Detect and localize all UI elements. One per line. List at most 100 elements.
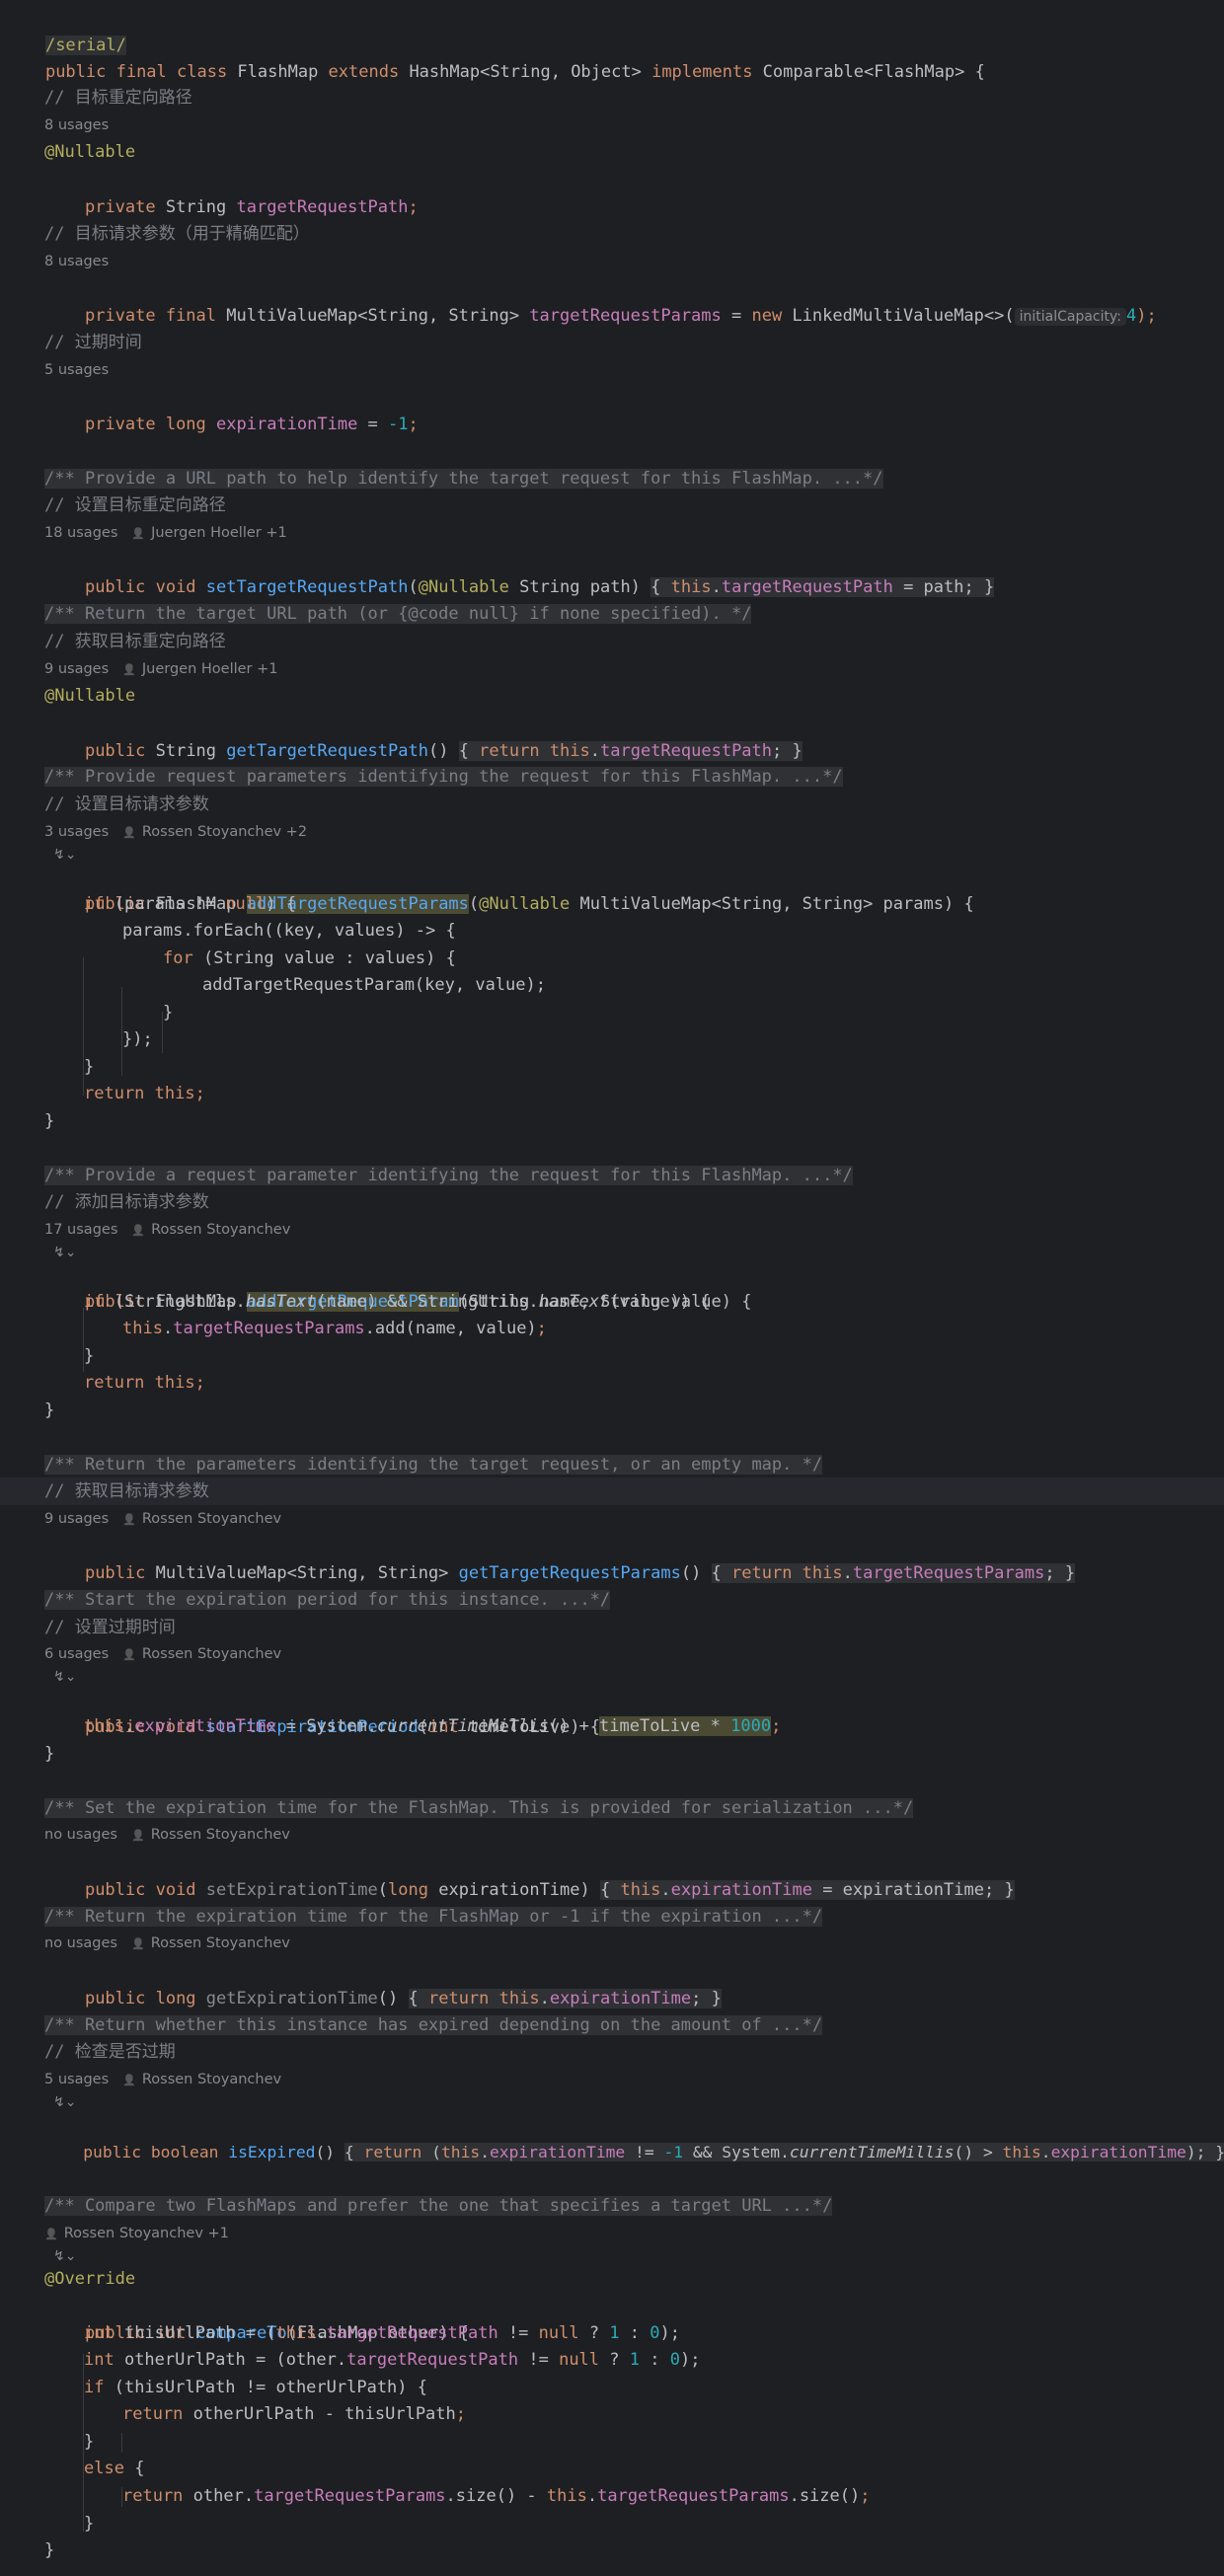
code-line[interactable]: return this; <box>0 1369 1224 1397</box>
field-name[interactable]: targetRequestPath <box>237 197 409 217</box>
comment-line: // 目标重定向路径 <box>44 88 192 108</box>
keyword: public boolean <box>83 2143 229 2161</box>
usages-hint[interactable]: no usagesRossen Stoyanchev <box>0 1821 1224 1849</box>
doc-comment-fold[interactable]: /** Return whether this instance has exp… <box>0 2011 1224 2039</box>
code-line[interactable]: else { <box>0 2455 1224 2482</box>
method-name[interactable]: getTargetRequestPath <box>226 741 428 761</box>
usages-hint[interactable]: no usagesRossen Stoyanchev <box>0 1930 1224 1957</box>
folded-body[interactable]: { this.targetRequestPath = path; } <box>650 577 995 597</box>
author-hint[interactable]: Rossen Stoyanchev <box>117 1827 290 1843</box>
type-name: MultiValueMap<String, String> <box>226 306 530 326</box>
folded-body[interactable]: { return this.targetRequestParams; } <box>711 1563 1076 1583</box>
comment-line: // 设置过期时间 <box>44 1618 176 1637</box>
usages-hint[interactable]: 18 usagesJuergen Hoeller +1 <box>0 519 1224 547</box>
doc-comment-fold[interactable]: /** Return the parameters identifying th… <box>0 1451 1224 1478</box>
code-line[interactable]: } <box>0 2510 1224 2538</box>
code-line[interactable]: if (StringUtils.hasText(name) && StringU… <box>0 1288 1224 1316</box>
keyword: public void <box>84 577 206 597</box>
method-name[interactable]: getExpirationTime <box>206 1989 378 2008</box>
folded-body[interactable]: { return this.targetRequestPath; } <box>458 741 803 761</box>
field-name[interactable]: targetRequestParams <box>529 306 721 326</box>
code-line[interactable]: return this; <box>0 1080 1224 1107</box>
method-declaration-line[interactable]: public void startExpirationPeriod(int ti… <box>0 1686 1224 1737</box>
author-hint[interactable]: Rossen Stoyanchev +1 <box>31 2226 229 2241</box>
method-name[interactable]: setExpirationTime <box>206 1880 378 1900</box>
code-line[interactable]: int thisUrlPath = (this.targetRequestPat… <box>0 2319 1224 2347</box>
author-hint[interactable]: Rossen Stoyanchev <box>117 1222 290 1238</box>
method-declaration-line[interactable]: public FlashMap addTargetRequestParam(St… <box>0 1260 1224 1312</box>
code-line[interactable]: if (params != null) { <box>0 890 1224 918</box>
author-hint[interactable]: Rossen Stoyanchev <box>109 1511 281 1527</box>
doc-comment-fold[interactable]: /** Provide a URL path to help identify … <box>0 465 1224 492</box>
comment-line: // 获取目标重定向路径 <box>44 632 226 651</box>
code-line[interactable]: int otherUrlPath = (other.targetRequestP… <box>0 2346 1224 2374</box>
code-line[interactable]: } <box>0 1342 1224 1370</box>
doc-comment-fold[interactable]: /** Start the expiration period for this… <box>0 1586 1224 1614</box>
comment-line: // 目标请求参数（用于精确匹配） <box>44 224 310 244</box>
class-declaration-line[interactable]: public final class FlashMap extends Hash… <box>0 31 1224 82</box>
method-name[interactable]: setTargetRequestPath <box>206 577 409 597</box>
usages-hint[interactable]: 8 usages <box>0 248 1224 275</box>
method-declaration-line[interactable]: public void setTargetRequestPath(@Nullab… <box>0 546 1224 597</box>
field-name[interactable]: expirationTime <box>216 415 357 434</box>
folded-body[interactable]: { return (this.expirationTime != -1 && S… <box>344 2143 1224 2161</box>
code-line[interactable]: } <box>0 1397 1224 1424</box>
code-line[interactable]: return otherUrlPath - thisUrlPath; <box>0 2400 1224 2428</box>
keyword: private <box>84 197 166 217</box>
field-declaration-line[interactable]: private final MultiValueMap<String, Stri… <box>0 274 1224 326</box>
author-hint[interactable]: Juergen Hoeller +1 <box>109 661 277 677</box>
code-line[interactable]: } <box>0 1053 1224 1081</box>
method-declaration-line[interactable]: public void setExpirationTime(long expir… <box>0 1849 1224 1900</box>
code-line[interactable]: /serial/ <box>0 4 1224 55</box>
keyword: public void <box>84 1880 206 1900</box>
code-line[interactable]: for (String value : values) { <box>0 945 1224 972</box>
code-line[interactable]: addTargetRequestParam(key, value); <box>0 971 1224 999</box>
code-line[interactable]: } <box>0 1107 1224 1135</box>
code-line[interactable]: params.forEach((key, values) -> { <box>0 917 1224 945</box>
method-declaration-line[interactable]: public FlashMap addTargetRequestParams(@… <box>0 863 1224 914</box>
code-line[interactable]: } <box>0 2428 1224 2456</box>
author-hint[interactable]: Rossen Stoyanchev <box>109 2072 281 2087</box>
usages-hint[interactable]: 9 usagesRossen Stoyanchev <box>0 1505 1224 1533</box>
method-declaration-line[interactable]: public MultiValueMap<String, String> get… <box>0 1532 1224 1583</box>
comment-line: // 设置目标请求参数 <box>44 795 209 814</box>
code-line[interactable]: if (thisUrlPath != otherUrlPath) { <box>0 2374 1224 2401</box>
folded-body[interactable]: { this.expirationTime = expirationTime; … <box>599 1880 1015 1900</box>
doc-comment-fold[interactable]: /** Provide a request parameter identify… <box>0 1162 1224 1189</box>
parameter-hint: initialCapacity: <box>1014 308 1126 326</box>
code-line[interactable]: }); <box>0 1025 1224 1053</box>
author-hint[interactable]: Rossen Stoyanchev <box>109 1646 281 1662</box>
author-hint[interactable]: Juergen Hoeller +1 <box>117 525 286 541</box>
method-declaration-line[interactable]: public int compareTo(FlashMap other) { <box>0 2292 1224 2343</box>
code-line[interactable]: this.expirationTime = System.currentTime… <box>0 1712 1224 1740</box>
author-hint[interactable]: Rossen Stoyanchev <box>117 1935 290 1951</box>
comment-line: // 过期时间 <box>44 333 142 352</box>
field-declaration-line[interactable]: private long expirationTime = -1; <box>0 383 1224 434</box>
usages-hint[interactable]: 9 usagesJuergen Hoeller +1 <box>0 655 1224 683</box>
method-name[interactable]: getTargetRequestParams <box>459 1563 681 1583</box>
code-line[interactable]: this.targetRequestParams.add(name, value… <box>0 1315 1224 1342</box>
code-line[interactable]: return other.targetRequestParams.size() … <box>0 2482 1224 2510</box>
type-name: String <box>165 197 237 217</box>
doc-comment-fold[interactable]: /** Set the expiration time for the Flas… <box>0 1794 1224 1822</box>
code-editor[interactable]: /serial/ public final class FlashMap ext… <box>0 0 1224 2576</box>
method-declaration-line[interactable]: public long getExpirationTime() { return… <box>0 1957 1224 2008</box>
doc-comment-fold[interactable]: /** Return the expiration time for the F… <box>0 1903 1224 1931</box>
annotation-line: @Nullable <box>44 686 136 706</box>
doc-comment-fold[interactable]: /** Compare two FlashMaps and prefer the… <box>0 2192 1224 2220</box>
method-declaration-line[interactable]: public String getTargetRequestPath() { r… <box>0 710 1224 761</box>
method-declaration-line[interactable]: public boolean isExpired() { return (thi… <box>0 2111 1224 2161</box>
doc-comment-fold[interactable]: /** Return the target URL path (or {@cod… <box>0 600 1224 628</box>
annotation-line: @Override <box>44 2269 136 2289</box>
code-line[interactable]: } <box>0 999 1224 1026</box>
usages-hint[interactable]: 8 usages <box>0 112 1224 139</box>
comment-line: // 设置目标重定向路径 <box>44 495 226 515</box>
folded-body[interactable]: { return this.expirationTime; } <box>408 1989 722 2008</box>
author-hint[interactable]: Rossen Stoyanchev +2 <box>109 824 307 840</box>
code-line[interactable]: } <box>0 1740 1224 1768</box>
usages-hint[interactable]: 5 usages <box>0 356 1224 384</box>
doc-comment-fold[interactable]: /** Provide request parameters identifyi… <box>0 763 1224 791</box>
method-name[interactable]: isExpired <box>228 2143 315 2161</box>
code-line[interactable]: } <box>0 2537 1224 2564</box>
field-declaration-line[interactable]: private String targetRequestPath; <box>0 166 1224 217</box>
